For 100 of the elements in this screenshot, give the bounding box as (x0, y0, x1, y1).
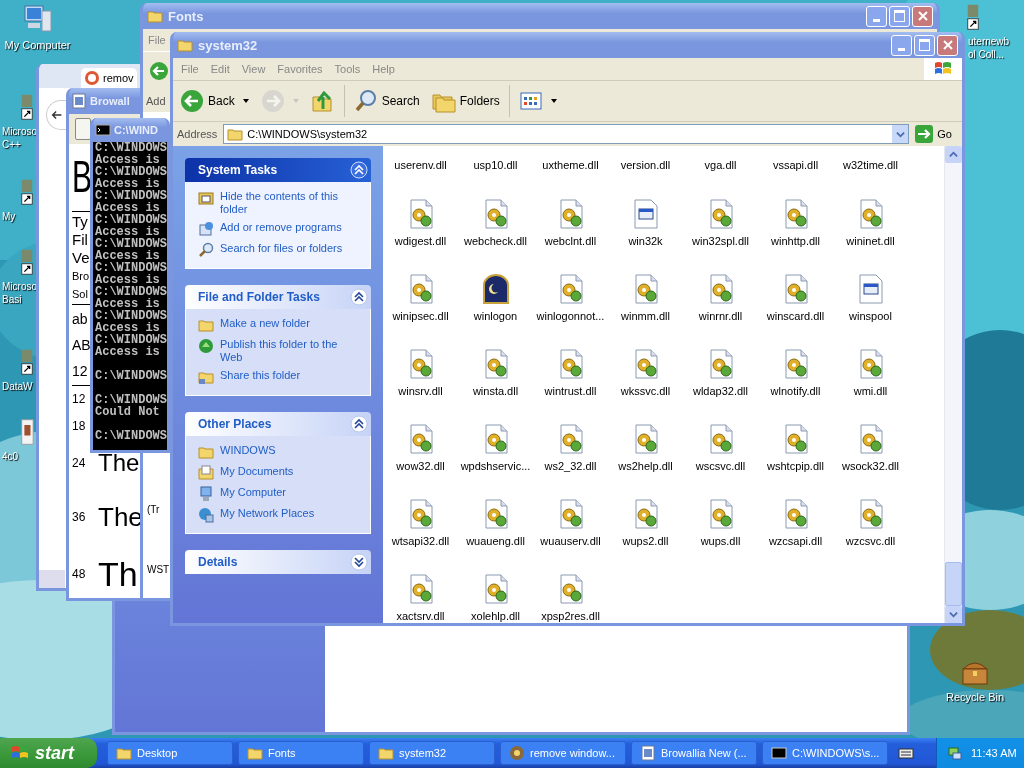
file-name[interactable]: wzcsapi.dll (768, 535, 823, 548)
globe-icon (198, 338, 214, 354)
task-link[interactable]: Make a new folder (220, 317, 310, 330)
file-name[interactable]: xactsrv.dll (396, 610, 445, 623)
file-name[interactable]: ws2help.dll (618, 460, 673, 473)
file-name[interactable]: wldap32.dll (692, 385, 748, 398)
panel-header[interactable]: System Tasks (185, 158, 371, 182)
address-field[interactable]: C:\WINDOWS\system32 (223, 124, 910, 144)
file-name[interactable]: version.dll (608, 159, 683, 172)
file-name[interactable]: wsock32.dll (842, 460, 899, 473)
task-link[interactable]: WINDOWS (220, 444, 276, 457)
file-name[interactable]: winrnr.dll (698, 310, 743, 323)
file-name[interactable]: winlogonnot... (536, 310, 605, 323)
scroll-up-button[interactable] (945, 146, 962, 163)
computer-icon[interactable] (21, 3, 54, 35)
file-name[interactable]: wuaueng.dll (466, 535, 525, 548)
file-name[interactable]: winhttp.dll (771, 235, 820, 248)
scrollbar-thumb[interactable] (945, 562, 962, 606)
file-name[interactable]: winlogon (473, 310, 518, 323)
taskbar-button[interactable]: Fonts (238, 741, 364, 765)
chevron-down-icon (895, 129, 905, 139)
task-link[interactable]: Add or remove programs (220, 221, 342, 234)
file-name[interactable]: wshtcpip.dll (767, 460, 824, 473)
file-name[interactable]: wzcsvc.dll (845, 535, 896, 548)
task-link[interactable]: Hide the contents of this folder (220, 190, 362, 216)
scrollbar[interactable] (944, 146, 962, 623)
start-button[interactable]: start (0, 738, 97, 768)
panel-header[interactable]: File and Folder Tasks (185, 285, 371, 309)
taskbar-button[interactable]: C:\WINDOWS\s... (762, 741, 888, 765)
chevron-down-icon (949, 610, 958, 619)
file-name[interactable]: webcheck.dll (464, 235, 527, 248)
file-name[interactable]: wlnotify.dll (770, 385, 821, 398)
icon-label: C++ (1, 138, 21, 151)
document-icon[interactable] (20, 418, 34, 446)
folder-icon (198, 317, 214, 333)
file-name[interactable]: webclnt.dll (544, 235, 597, 248)
file-name[interactable]: wuauserv.dll (540, 535, 601, 548)
folders-button[interactable]: Folders (428, 87, 503, 115)
file-name[interactable]: wow32.dll (396, 460, 445, 473)
icon-label: Microso (1, 125, 37, 138)
shortcut-icon[interactable] (966, 3, 980, 31)
file-name[interactable]: win32spl.dll (692, 235, 749, 248)
dropdown-button[interactable] (892, 125, 909, 143)
taskbar-button[interactable]: system32 (369, 741, 495, 765)
back-button[interactable] (46, 100, 66, 130)
file-name[interactable]: winscard.dll (766, 310, 825, 323)
file-name[interactable]: wintrust.dll (544, 385, 597, 398)
scroll-down-button[interactable] (945, 606, 962, 623)
file-name[interactable]: wups.dll (700, 535, 741, 548)
file-name[interactable]: usp10.dll (458, 159, 533, 172)
taskbar-button[interactable]: Desktop (107, 741, 233, 765)
task-link[interactable]: Search for files or folders (220, 242, 343, 255)
file-name[interactable]: winipsec.dll (392, 310, 449, 323)
network-icon[interactable] (947, 745, 963, 761)
file-name[interactable]: winsrv.dll (398, 385, 443, 398)
file-name[interactable]: wscsvc.dll (695, 460, 746, 473)
file-name[interactable]: userenv.dll (383, 159, 458, 172)
file-name[interactable]: vga.dll (683, 159, 758, 172)
panel-header[interactable]: Details (185, 550, 371, 574)
toolbar-button[interactable] (75, 118, 91, 140)
window-title: Fonts (168, 8, 204, 24)
task-link[interactable]: My Network Places (220, 507, 315, 520)
file-name[interactable]: w32time.dll (833, 159, 908, 172)
folder-up-icon (310, 89, 335, 113)
panel-header[interactable]: Other Places (185, 412, 371, 436)
file-name[interactable]: ws2_32.dll (544, 460, 597, 473)
file-name[interactable]: winsta.dll (472, 385, 519, 398)
file-name[interactable]: uxtheme.dll (533, 159, 608, 172)
file-name[interactable]: win32k (628, 235, 663, 248)
shortcut-icon[interactable] (20, 178, 34, 206)
back-button[interactable]: Back (177, 87, 252, 115)
file-name[interactable]: winmm.dll (621, 310, 670, 323)
file-name[interactable]: wups2.dll (622, 535, 669, 548)
keyboard-icon[interactable] (898, 745, 914, 761)
shortcut-icon[interactable] (20, 348, 34, 376)
file-name[interactable]: wmi.dll (853, 385, 888, 398)
arrow-right-icon (915, 125, 934, 143)
file-name[interactable]: xolehlp.dll (471, 610, 520, 623)
file-name[interactable]: winspool (849, 310, 892, 323)
shortcut-icon[interactable] (20, 248, 34, 276)
file-name[interactable]: wkssvc.dll (620, 385, 671, 398)
search-button[interactable]: Search (350, 87, 423, 115)
taskbar-button[interactable]: Browallia New (... (631, 741, 757, 765)
console-line: C:\WINDOWS (95, 394, 167, 406)
file-name[interactable]: vssapi.dll (758, 159, 833, 172)
task-link[interactable]: My Computer (220, 486, 287, 499)
file-name[interactable]: wininet.dll (846, 235, 895, 248)
go-button[interactable]: Go (911, 125, 958, 143)
taskbar-button[interactable]: remove window... (500, 741, 626, 765)
task-link[interactable]: Share this folder (220, 369, 301, 382)
shortcut-icon[interactable] (20, 93, 34, 121)
task-link[interactable]: Publish this folder to the Web (220, 338, 362, 364)
file-name[interactable]: wtsapi32.dll (391, 535, 450, 548)
file-name[interactable]: xpsp2res.dll (541, 610, 600, 623)
back-button[interactable] (149, 61, 169, 81)
browser-tab[interactable]: remov (81, 68, 137, 88)
file-name[interactable]: wdigest.dll (394, 235, 447, 248)
programs-icon (198, 221, 214, 237)
file-name[interactable]: wpdshservic... (460, 460, 531, 473)
task-link[interactable]: My Documents (220, 465, 294, 478)
